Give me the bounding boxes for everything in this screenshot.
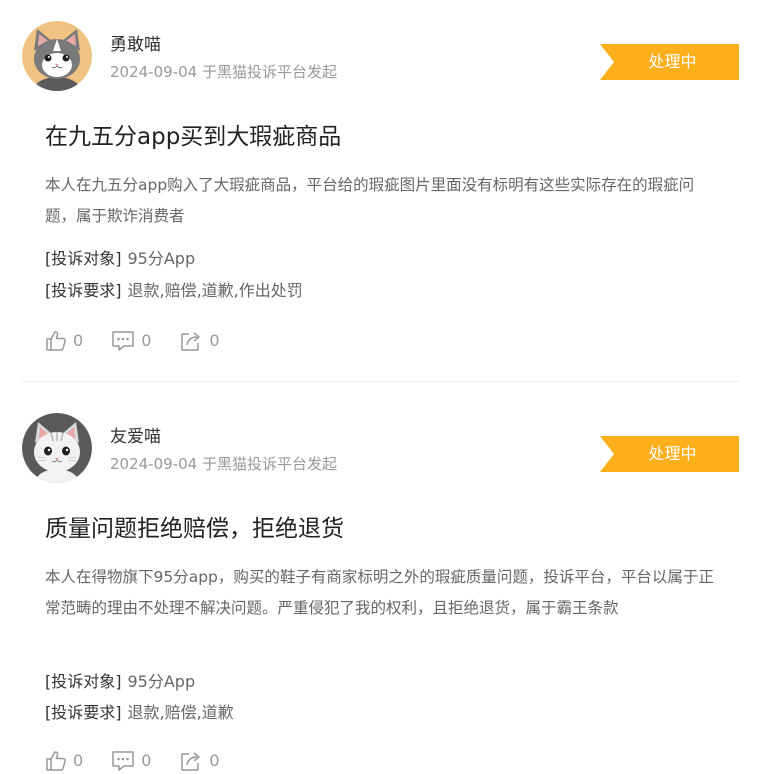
post-date: 2024-09-04: [110, 63, 198, 81]
status-badge: 处理中: [600, 436, 739, 472]
target-value: 95分App: [127, 672, 196, 691]
comment-button[interactable]: 0: [111, 330, 151, 352]
target-label: [投诉对象]: [45, 249, 122, 268]
complaint-card[interactable]: 友爱喵 2024-09-04 于黑猫投诉平台发起 处理中 质量问题拒绝赔偿，拒绝…: [0, 382, 762, 771]
share-count: 0: [209, 331, 220, 350]
complaint-description: 本人在九五分app购入了大瑕疵商品，平台给的瑕疵图片里面没有标明有这些实际存在的…: [45, 176, 695, 225]
avatar[interactable]: [22, 413, 92, 483]
share-icon: [181, 752, 201, 771]
thumbs-up-icon: [46, 751, 66, 771]
complaint-request: [投诉要求] 退款,赔偿,道歉,作出处罚: [45, 281, 303, 301]
request-label: [投诉要求]: [45, 703, 122, 722]
post-meta: 2024-09-04 于黑猫投诉平台发起: [110, 455, 337, 473]
target-label: [投诉对象]: [45, 672, 122, 691]
avatar[interactable]: [22, 21, 92, 91]
complaint-title[interactable]: 在九五分app买到大瑕疵商品: [45, 122, 341, 152]
action-bar: 0 0 0: [45, 328, 248, 354]
post-meta: 2024-09-04 于黑猫投诉平台发起: [110, 63, 337, 81]
comment-count: 0: [141, 331, 152, 350]
complaint-request: [投诉要求] 退款,赔偿,道歉: [45, 703, 234, 723]
complaint-title[interactable]: 质量问题拒绝赔偿，拒绝退货: [45, 514, 344, 544]
gray-cat-avatar-icon: [22, 21, 92, 91]
username[interactable]: 友爱喵: [110, 427, 161, 447]
target-value: 95分App: [127, 249, 196, 268]
username[interactable]: 勇敢喵: [110, 35, 161, 55]
comment-icon: [112, 751, 134, 771]
like-button[interactable]: 0: [45, 330, 83, 352]
like-button[interactable]: 0: [45, 750, 83, 772]
share-count: 0: [209, 751, 220, 770]
thumbs-up-icon: [46, 331, 66, 351]
share-icon: [181, 332, 201, 351]
post-source: 于黑猫投诉平台发起: [201, 63, 337, 81]
status-badge: 处理中: [600, 44, 739, 80]
share-button[interactable]: 0: [179, 750, 220, 772]
like-count: 0: [73, 331, 84, 350]
complaint-target: [投诉对象] 95分App: [45, 249, 195, 269]
like-count: 0: [73, 751, 84, 770]
comment-icon: [112, 331, 134, 351]
request-label: [投诉要求]: [45, 281, 122, 300]
request-value: 退款,赔偿,道歉: [127, 703, 234, 722]
complaint-description: 本人在得物旗下95分app，购买的鞋子有商家标明之外的瑕疵质量问题，投诉平台，平…: [45, 568, 714, 617]
white-cat-avatar-icon: [22, 413, 92, 483]
complaint-target: [投诉对象] 95分App: [45, 672, 195, 692]
complaint-card[interactable]: 勇敢喵 2024-09-04 于黑猫投诉平台发起 处理中 在九五分app买到大瑕…: [0, 0, 762, 382]
share-button[interactable]: 0: [179, 330, 220, 352]
post-source: 于黑猫投诉平台发起: [201, 455, 337, 473]
post-date: 2024-09-04: [110, 455, 198, 473]
action-bar: 0 0 0: [45, 748, 248, 774]
comment-count: 0: [141, 751, 152, 770]
request-value: 退款,赔偿,道歉,作出处罚: [127, 281, 303, 300]
comment-button[interactable]: 0: [111, 750, 151, 772]
